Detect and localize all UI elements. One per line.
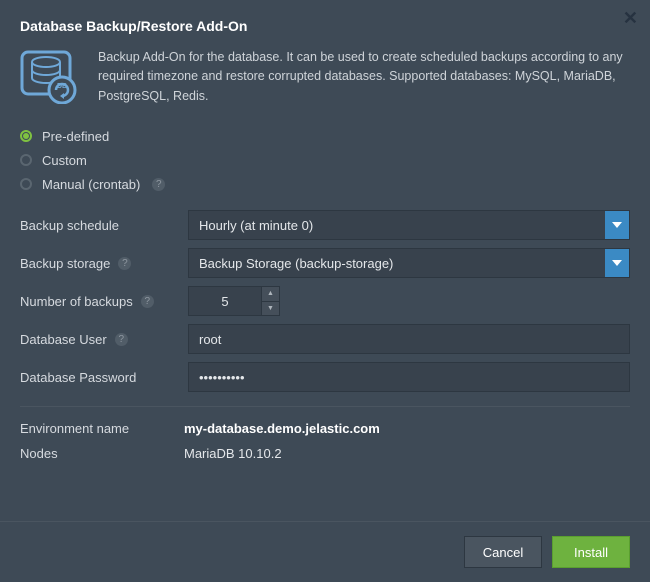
select-value: Backup Storage (backup-storage) <box>199 256 393 271</box>
label-number-of-backups: Number of backups ? <box>20 294 182 309</box>
backup-storage-select[interactable]: Backup Storage (backup-storage) <box>188 248 630 278</box>
radio-dot-icon <box>20 154 32 166</box>
install-button[interactable]: Install <box>552 536 630 568</box>
label-backup-storage: Backup storage ? <box>20 256 182 271</box>
help-icon[interactable]: ? <box>152 178 165 191</box>
dialog-title: Database Backup/Restore Add-On <box>20 18 630 34</box>
help-icon[interactable]: ? <box>115 333 128 346</box>
radio-custom[interactable]: Custom <box>20 148 630 172</box>
select-value: Hourly (at minute 0) <box>199 218 313 233</box>
spinner-up-button[interactable]: ▲ <box>262 287 279 302</box>
spinner: ▲ ▼ <box>262 286 280 316</box>
help-icon[interactable]: ? <box>118 257 131 270</box>
header-row: DB Backup Add-On for the database. It ca… <box>20 48 630 106</box>
help-icon[interactable]: ? <box>141 295 154 308</box>
close-icon[interactable]: ✕ <box>623 8 638 29</box>
number-of-backups-input[interactable] <box>188 286 262 316</box>
row-number-of-backups: Number of backups ? ▲ ▼ <box>20 286 630 316</box>
database-user-input[interactable] <box>188 324 630 354</box>
label-nodes: Nodes <box>20 446 184 461</box>
row-database-user: Database User ? <box>20 324 630 354</box>
label-database-password: Database Password <box>20 370 182 385</box>
database-password-input[interactable] <box>188 362 630 392</box>
radio-label: Manual (crontab) <box>42 177 140 192</box>
radio-manual[interactable]: Manual (crontab) ? <box>20 172 630 196</box>
radio-dot-icon <box>20 178 32 190</box>
label-environment-name: Environment name <box>20 421 184 436</box>
chevron-down-icon <box>605 211 629 239</box>
dialog-footer: Cancel Install <box>0 521 650 582</box>
radio-predefined[interactable]: Pre-defined <box>20 124 630 148</box>
radio-dot-icon <box>20 130 32 142</box>
row-backup-schedule: Backup schedule Hourly (at minute 0) <box>20 210 630 240</box>
radio-label: Custom <box>42 153 87 168</box>
row-backup-storage: Backup storage ? Backup Storage (backup-… <box>20 248 630 278</box>
chevron-down-icon <box>605 249 629 277</box>
dialog-body: Database Backup/Restore Add-On DB Backup… <box>0 0 650 461</box>
database-backup-icon: DB <box>20 48 80 106</box>
row-nodes: Nodes MariaDB 10.10.2 <box>20 446 630 461</box>
row-environment-name: Environment name my-database.demo.jelast… <box>20 421 630 436</box>
spinner-down-button[interactable]: ▼ <box>262 302 279 316</box>
value-environment-name: my-database.demo.jelastic.com <box>184 421 380 436</box>
svg-text:DB: DB <box>57 83 67 90</box>
cancel-button[interactable]: Cancel <box>464 536 542 568</box>
schedule-mode-radiogroup: Pre-defined Custom Manual (crontab) ? <box>20 124 630 196</box>
number-of-backups-stepper: ▲ ▼ <box>188 286 280 316</box>
divider <box>20 406 630 407</box>
label-backup-schedule: Backup schedule <box>20 218 182 233</box>
backup-schedule-select[interactable]: Hourly (at minute 0) <box>188 210 630 240</box>
label-database-user: Database User ? <box>20 332 182 347</box>
radio-label: Pre-defined <box>42 129 109 144</box>
row-database-password: Database Password <box>20 362 630 392</box>
description-text: Backup Add-On for the database. It can b… <box>98 48 630 106</box>
value-nodes: MariaDB 10.10.2 <box>184 446 282 461</box>
